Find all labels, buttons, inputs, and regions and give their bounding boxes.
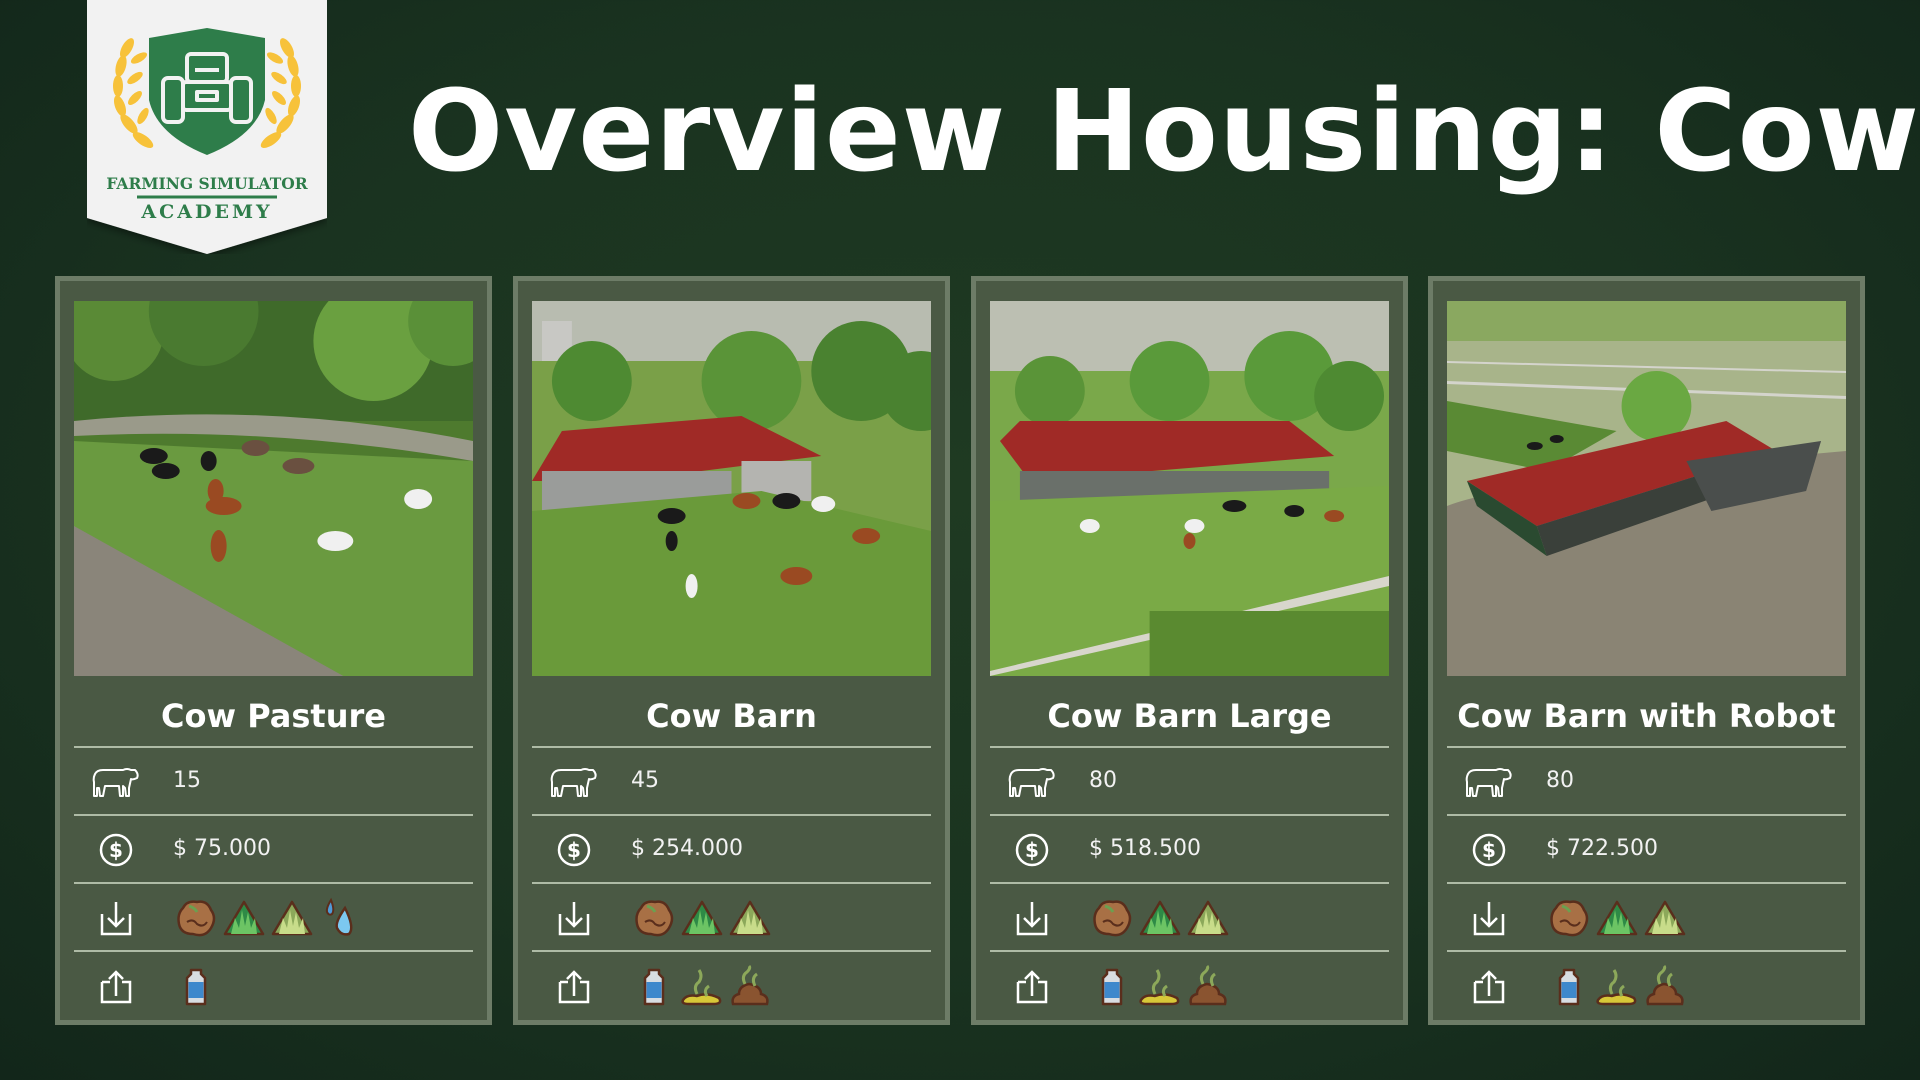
grass-icon xyxy=(1137,896,1183,940)
manure-icon xyxy=(1185,964,1231,1008)
cow-icon xyxy=(549,764,599,800)
input-row xyxy=(990,882,1389,952)
output-row xyxy=(990,950,1389,1020)
card-title: Cow Pasture xyxy=(161,697,386,735)
input-row xyxy=(74,882,473,952)
price-row: $ 518.500 xyxy=(990,814,1389,884)
hay-icon xyxy=(727,896,773,940)
milk-icon xyxy=(1546,964,1592,1008)
capacity-row: 15 xyxy=(74,746,473,816)
price-value: $ 722.500 xyxy=(1546,836,1658,861)
output-row xyxy=(532,950,931,1020)
upload-icon xyxy=(91,968,141,1004)
price-row: $ 75.000 xyxy=(74,814,473,884)
slurry-icon xyxy=(1137,964,1183,1008)
price-value: $ 254.000 xyxy=(631,836,743,861)
output-row xyxy=(74,950,473,1020)
card-title: Cow Barn with Robot xyxy=(1457,697,1836,735)
dollar-circle-icon xyxy=(1007,832,1057,868)
capacity-value: 80 xyxy=(1089,768,1117,793)
milk-icon xyxy=(173,964,219,1008)
cow-barn-scene xyxy=(532,301,931,676)
output-list xyxy=(173,964,219,1008)
card-title: Cow Barn Large xyxy=(1047,697,1332,735)
grass-icon xyxy=(221,896,267,940)
tractor-shield-icon: FARMING SIMULATOR ACADEMY xyxy=(87,0,327,254)
mixed-ration-icon xyxy=(173,896,219,940)
capacity-value: 80 xyxy=(1546,768,1574,793)
download-icon xyxy=(91,900,141,936)
price-value: $ 518.500 xyxy=(1089,836,1201,861)
upload-icon xyxy=(549,968,599,1004)
housing-card-cow-pasture: Cow Pasture 15 $ 75.000 xyxy=(55,276,492,1025)
logo-line1: FARMING SIMULATOR xyxy=(106,174,307,193)
mixed-ration-icon xyxy=(1089,896,1135,940)
manure-icon xyxy=(727,964,773,1008)
download-icon xyxy=(549,900,599,936)
output-row xyxy=(1447,950,1846,1020)
capacity-row: 80 xyxy=(990,746,1389,816)
price-value: $ 75.000 xyxy=(173,836,271,861)
input-list xyxy=(173,896,363,940)
input-list xyxy=(1089,896,1231,940)
grass-icon xyxy=(679,896,725,940)
housing-card-cow-barn: Cow Barn 45 $ 254.000 xyxy=(513,276,950,1025)
logo-line2: ACADEMY xyxy=(140,201,272,223)
capacity-row: 45 xyxy=(532,746,931,816)
input-list xyxy=(1546,896,1688,940)
input-row xyxy=(532,882,931,952)
download-icon xyxy=(1464,900,1514,936)
housing-card-cow-barn-robot: Cow Barn with Robot 80 $ 722.500 xyxy=(1428,276,1865,1025)
cow-icon xyxy=(1464,764,1514,800)
output-list xyxy=(1546,964,1688,1008)
capacity-row: 80 xyxy=(1447,746,1846,816)
manure-icon xyxy=(1642,964,1688,1008)
dollar-circle-icon xyxy=(549,832,599,868)
card-title: Cow Barn xyxy=(646,697,817,735)
dollar-circle-icon xyxy=(1464,832,1514,868)
milk-icon xyxy=(631,964,677,1008)
page-title: Overview Housing: Cows xyxy=(408,67,1920,197)
output-list xyxy=(631,964,773,1008)
price-row: $ 722.500 xyxy=(1447,814,1846,884)
upload-icon xyxy=(1007,968,1057,1004)
mixed-ration-icon xyxy=(1546,896,1592,940)
capacity-value: 45 xyxy=(631,768,659,793)
cow-barn-robot-scene xyxy=(1447,301,1846,676)
grass-icon xyxy=(1594,896,1640,940)
dollar-circle-icon xyxy=(91,832,141,868)
slurry-icon xyxy=(1594,964,1640,1008)
water-icon xyxy=(317,896,363,940)
input-row xyxy=(1447,882,1846,952)
input-list xyxy=(631,896,773,940)
price-row: $ 254.000 xyxy=(532,814,931,884)
hay-icon xyxy=(1642,896,1688,940)
download-icon xyxy=(1007,900,1057,936)
cow-pasture-scene xyxy=(74,301,473,676)
output-list xyxy=(1089,964,1231,1008)
cow-barn-large-scene xyxy=(990,301,1389,676)
slurry-icon xyxy=(679,964,725,1008)
hay-icon xyxy=(1185,896,1231,940)
capacity-value: 15 xyxy=(173,768,201,793)
academy-logo-banner: FARMING SIMULATOR ACADEMY xyxy=(87,0,327,254)
cow-icon xyxy=(91,764,141,800)
upload-icon xyxy=(1464,968,1514,1004)
housing-card-cow-barn-large: Cow Barn Large 80 $ 518.500 xyxy=(971,276,1408,1025)
hay-icon xyxy=(269,896,315,940)
milk-icon xyxy=(1089,964,1135,1008)
cow-icon xyxy=(1007,764,1057,800)
mixed-ration-icon xyxy=(631,896,677,940)
